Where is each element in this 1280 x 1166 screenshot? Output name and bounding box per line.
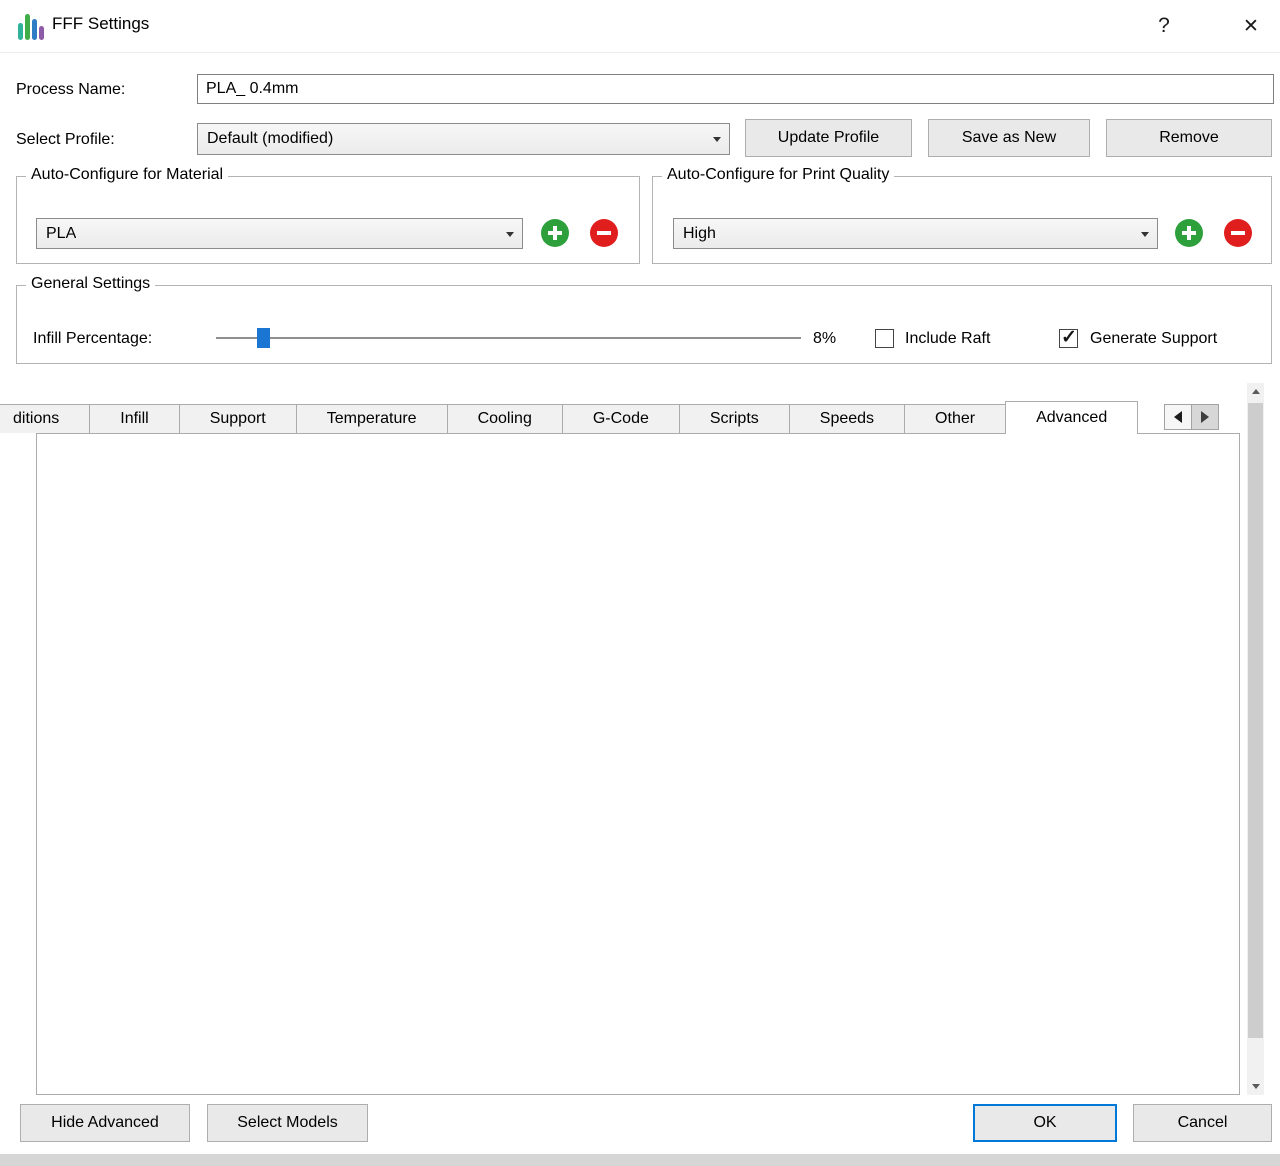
remove-quality-button[interactable] xyxy=(1224,219,1252,247)
plus-icon xyxy=(1182,226,1196,240)
update-profile-button[interactable]: Update Profile xyxy=(745,119,912,157)
window-title: FFF Settings xyxy=(52,14,149,34)
dropdown-arrow-icon xyxy=(506,232,514,237)
tab-other[interactable]: Other xyxy=(904,404,1006,433)
profile-select[interactable]: Default (modified) xyxy=(197,123,730,155)
auto-quality-group: Auto-Configure for Print Quality High xyxy=(652,176,1272,264)
add-material-button[interactable] xyxy=(541,219,569,247)
scrollbar-thumb[interactable] xyxy=(1248,403,1263,1038)
material-select-value: PLA xyxy=(46,225,76,243)
window-bottom-strip xyxy=(0,1154,1280,1166)
tab-support[interactable]: Support xyxy=(179,404,297,433)
app-logo-icon xyxy=(18,13,46,40)
dropdown-arrow-icon xyxy=(1141,232,1149,237)
tab-gcode[interactable]: G-Code xyxy=(562,404,680,433)
slider-handle[interactable] xyxy=(257,328,270,348)
generate-support-checkbox[interactable] xyxy=(1059,329,1078,348)
quality-select-value: High xyxy=(683,225,716,243)
scroll-down-icon xyxy=(1252,1084,1260,1089)
general-settings-group: General Settings Infill Percentage: 8% I… xyxy=(16,285,1272,364)
auto-material-group-title: Auto-Configure for Material xyxy=(26,166,228,184)
process-name-label: Process Name: xyxy=(16,81,125,99)
infill-percentage-value: 8% xyxy=(813,330,836,348)
settings-tabbar: ditions Infill Support Temperature Cooli… xyxy=(0,401,1137,434)
help-button[interactable]: ? xyxy=(1148,10,1180,42)
ok-button[interactable]: OK xyxy=(973,1104,1117,1142)
tab-infill[interactable]: Infill xyxy=(89,404,179,433)
hide-advanced-button[interactable]: Hide Advanced xyxy=(20,1104,190,1142)
tab-content-pane xyxy=(36,433,1240,1095)
slider-track[interactable] xyxy=(216,337,801,339)
plus-icon xyxy=(548,226,562,240)
profile-select-value: Default (modified) xyxy=(207,130,333,148)
material-select[interactable]: PLA xyxy=(36,218,523,249)
select-profile-label: Select Profile: xyxy=(16,131,115,149)
tab-scroll-left-button[interactable] xyxy=(1164,404,1192,430)
close-button[interactable]: ✕ xyxy=(1234,10,1268,42)
tab-scripts[interactable]: Scripts xyxy=(679,404,790,433)
minus-icon xyxy=(597,231,611,235)
generate-support-label: Generate Support xyxy=(1090,330,1217,348)
remove-material-button[interactable] xyxy=(590,219,618,247)
logo-bar xyxy=(18,23,23,40)
infill-slider[interactable] xyxy=(216,328,801,348)
scroll-up-button[interactable] xyxy=(1247,383,1264,400)
scroll-up-icon xyxy=(1252,389,1260,394)
general-settings-group-title: General Settings xyxy=(26,275,155,293)
vertical-scrollbar[interactable] xyxy=(1247,383,1264,1095)
arrow-right-icon xyxy=(1201,411,1209,423)
include-raft-checkbox[interactable] xyxy=(875,329,894,348)
infill-percentage-label: Infill Percentage: xyxy=(33,330,152,348)
fff-settings-dialog: FFF Settings ? ✕ Process Name: Select Pr… xyxy=(0,0,1280,1166)
scroll-down-button[interactable] xyxy=(1247,1078,1264,1095)
save-as-new-button[interactable]: Save as New xyxy=(928,119,1090,157)
include-raft-label: Include Raft xyxy=(905,330,990,348)
auto-material-group: Auto-Configure for Material PLA xyxy=(16,176,640,264)
process-name-input[interactable] xyxy=(197,74,1274,104)
remove-profile-button[interactable]: Remove xyxy=(1106,119,1272,157)
tab-cooling[interactable]: Cooling xyxy=(447,404,563,433)
logo-bar xyxy=(25,14,30,40)
logo-bar xyxy=(39,26,44,40)
tab-temperature[interactable]: Temperature xyxy=(296,404,448,433)
window-titlebar: FFF Settings ? ✕ xyxy=(0,0,1280,53)
minus-icon xyxy=(1231,231,1245,235)
dropdown-arrow-icon xyxy=(713,137,721,142)
quality-select[interactable]: High xyxy=(673,218,1158,249)
add-quality-button[interactable] xyxy=(1175,219,1203,247)
cancel-button[interactable]: Cancel xyxy=(1133,1104,1272,1142)
tab-scroll-right-button[interactable] xyxy=(1191,404,1219,430)
arrow-left-icon xyxy=(1174,411,1182,423)
logo-bar xyxy=(32,19,37,40)
select-models-button[interactable]: Select Models xyxy=(207,1104,368,1142)
tab-speeds[interactable]: Speeds xyxy=(789,404,905,433)
auto-quality-group-title: Auto-Configure for Print Quality xyxy=(662,166,894,184)
tab-additions[interactable]: ditions xyxy=(0,404,90,433)
tab-advanced[interactable]: Advanced xyxy=(1005,401,1138,434)
